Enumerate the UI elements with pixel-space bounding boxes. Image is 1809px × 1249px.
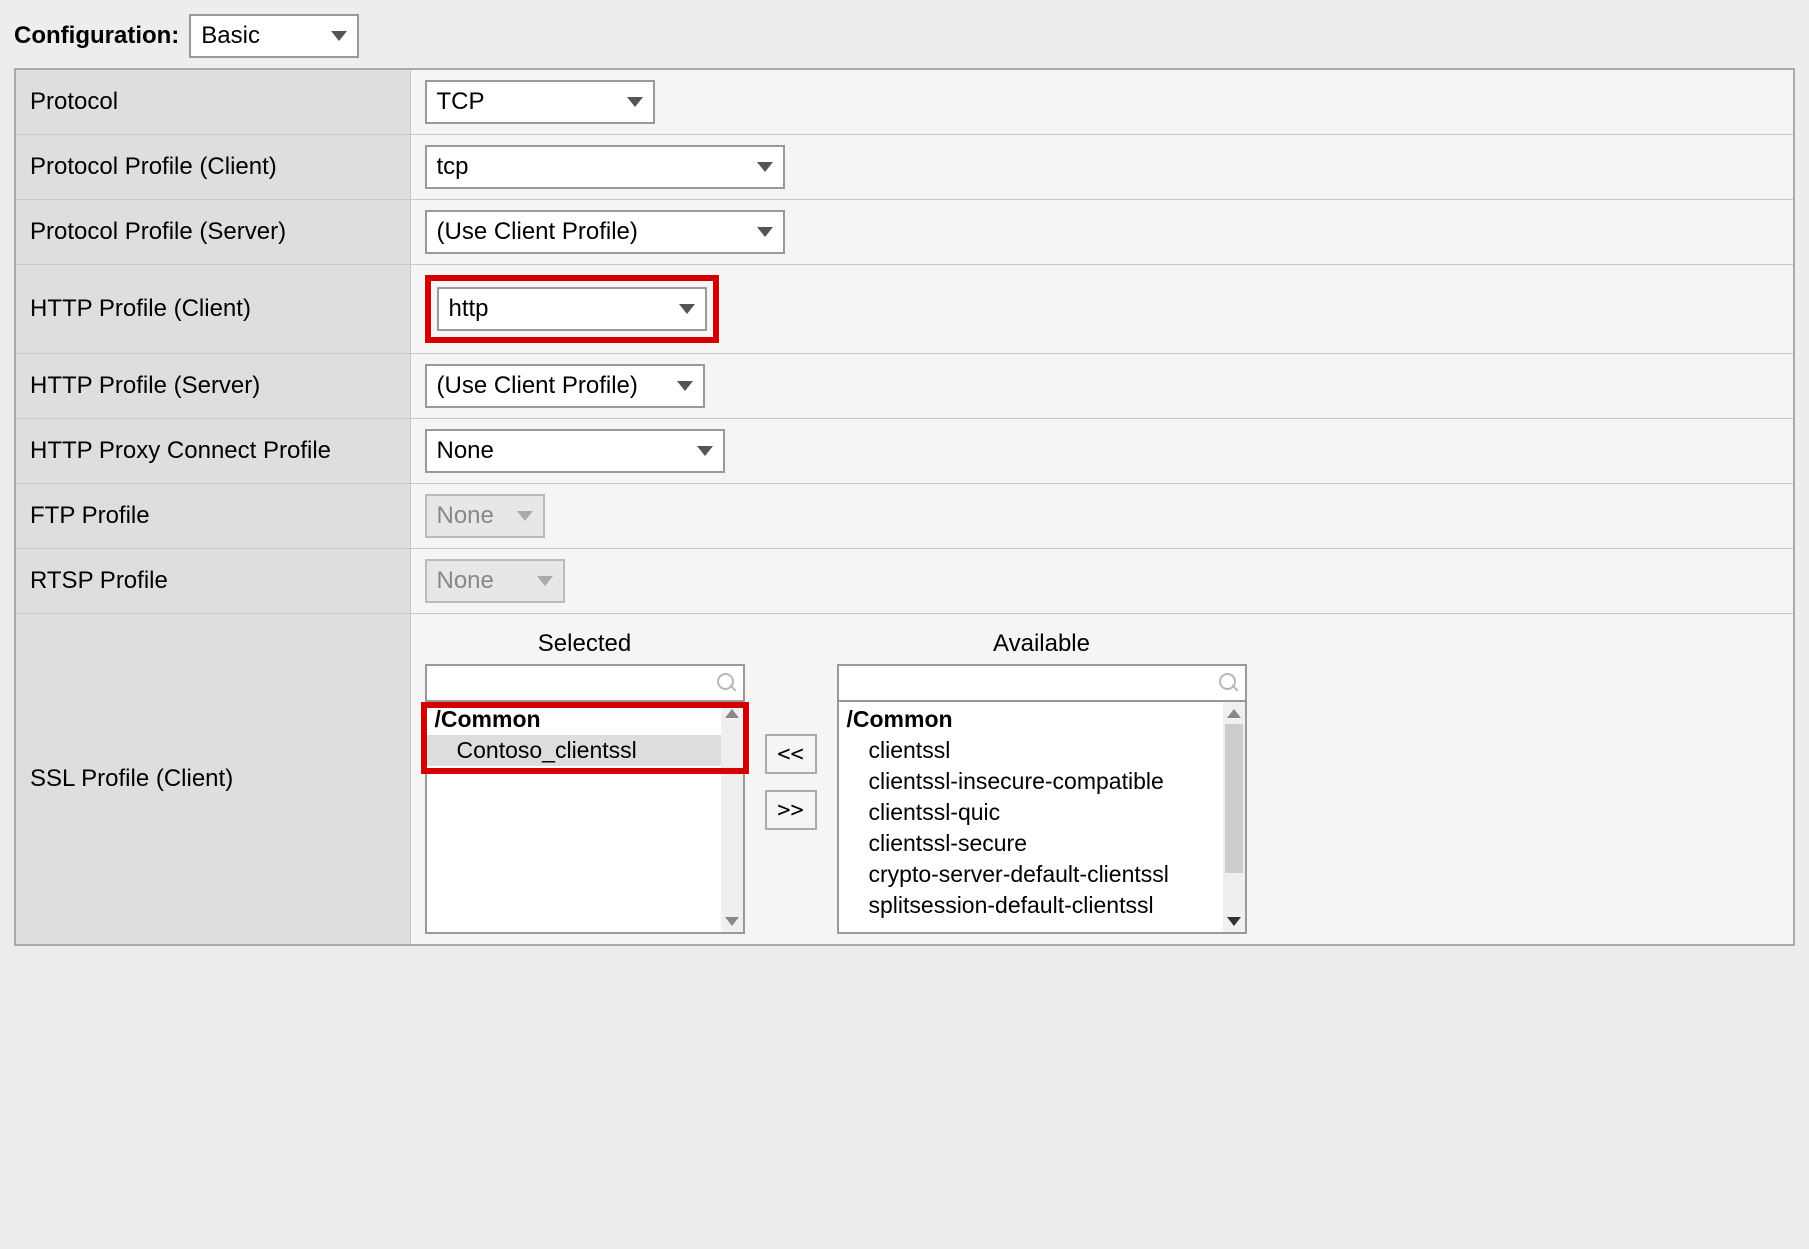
- protocol-profile-server-value: (Use Client Profile): [437, 218, 638, 246]
- configuration-select[interactable]: Basic: [189, 14, 359, 58]
- configuration-table: Protocol TCP Protocol Profile (Client) t…: [14, 68, 1795, 946]
- protocol-label: Protocol: [30, 88, 118, 115]
- scrollbar[interactable]: [721, 702, 743, 932]
- chevron-down-icon: [697, 446, 713, 456]
- list-item[interactable]: Contoso_clientssl: [427, 735, 721, 766]
- row-http-profile-client: HTTP Profile (Client) http: [15, 265, 1794, 354]
- protocol-profile-client-label: Protocol Profile (Client): [30, 153, 277, 180]
- row-http-proxy-connect: HTTP Proxy Connect Profile None: [15, 419, 1794, 484]
- http-proxy-connect-value: None: [437, 437, 494, 465]
- row-http-profile-server: HTTP Profile (Server) (Use Client Profil…: [15, 354, 1794, 419]
- available-column: Available /Common clientsslclientssl-: [837, 630, 1247, 934]
- chevron-down-icon: [757, 227, 773, 237]
- protocol-select[interactable]: TCP: [425, 80, 655, 124]
- row-protocol: Protocol TCP: [15, 69, 1794, 135]
- rtsp-profile-label: RTSP Profile: [30, 567, 168, 594]
- ftp-profile-value: None: [437, 502, 494, 530]
- selected-header: Selected: [425, 630, 745, 658]
- row-protocol-profile-client: Protocol Profile (Client) tcp: [15, 135, 1794, 200]
- list-item[interactable]: splitsession-default-clientssl: [839, 890, 1223, 921]
- row-protocol-profile-server: Protocol Profile (Server) (Use Client Pr…: [15, 200, 1794, 265]
- configuration-label: Configuration:: [14, 22, 179, 50]
- chevron-down-icon: [627, 97, 643, 107]
- list-item[interactable]: clientssl-secure: [839, 828, 1223, 859]
- chevron-down-icon: [537, 576, 553, 586]
- scroll-down-icon[interactable]: [1223, 910, 1245, 932]
- list-group: /Common: [427, 704, 721, 735]
- selected-column: Selected /Common Con: [425, 630, 745, 934]
- list-item[interactable]: crypto-server-default-clientssl: [839, 859, 1223, 890]
- protocol-select-value: TCP: [437, 88, 485, 116]
- protocol-profile-server-label: Protocol Profile (Server): [30, 218, 286, 245]
- http-profile-server-label: HTTP Profile (Server): [30, 372, 260, 399]
- http-profile-client-select[interactable]: http: [437, 287, 707, 331]
- search-icon[interactable]: [1219, 673, 1239, 693]
- protocol-profile-client-value: tcp: [437, 153, 469, 181]
- http-profile-client-label: HTTP Profile (Client): [30, 295, 251, 322]
- protocol-profile-client-select[interactable]: tcp: [425, 145, 785, 189]
- row-ssl-profile-client: SSL Profile (Client) Selected: [15, 614, 1794, 946]
- configuration-select-value: Basic: [201, 22, 260, 50]
- available-listbox[interactable]: /Common clientsslclientssl-insecure-comp…: [837, 664, 1247, 934]
- move-right-button[interactable]: >>: [765, 790, 817, 830]
- chevron-down-icon: [677, 381, 693, 391]
- highlight-box: http: [425, 275, 719, 343]
- chevron-down-icon: [517, 511, 533, 521]
- scroll-down-icon[interactable]: [721, 910, 743, 932]
- http-profile-server-value: (Use Client Profile): [437, 372, 638, 400]
- rtsp-profile-select: None: [425, 559, 565, 603]
- http-profile-client-value: http: [449, 295, 489, 323]
- ftp-profile-label: FTP Profile: [30, 502, 150, 529]
- search-icon[interactable]: [717, 673, 737, 693]
- http-proxy-connect-label: HTTP Proxy Connect Profile: [30, 437, 331, 464]
- list-item[interactable]: clientssl-insecure-compatible: [839, 766, 1223, 797]
- available-header: Available: [837, 630, 1247, 658]
- scrollbar[interactable]: [1223, 702, 1245, 932]
- list-item[interactable]: clientssl: [839, 735, 1223, 766]
- chevron-down-icon: [757, 162, 773, 172]
- list-group: /Common: [839, 704, 1223, 735]
- ssl-profile-client-label: SSL Profile (Client): [30, 765, 233, 792]
- selected-listbox[interactable]: /Common Contoso_clientssl: [425, 664, 745, 934]
- configuration-header: Configuration: Basic: [14, 14, 1795, 58]
- scroll-up-icon[interactable]: [1223, 702, 1245, 724]
- http-proxy-connect-select[interactable]: None: [425, 429, 725, 473]
- row-ftp-profile: FTP Profile None: [15, 484, 1794, 549]
- ftp-profile-select: None: [425, 494, 545, 538]
- scroll-up-icon[interactable]: [721, 702, 743, 724]
- rtsp-profile-value: None: [437, 567, 494, 595]
- http-profile-server-select[interactable]: (Use Client Profile): [425, 364, 705, 408]
- chevron-down-icon: [331, 31, 347, 41]
- move-left-button[interactable]: <<: [765, 734, 817, 774]
- list-item[interactable]: clientssl-quic: [839, 797, 1223, 828]
- chevron-down-icon: [679, 304, 695, 314]
- protocol-profile-server-select[interactable]: (Use Client Profile): [425, 210, 785, 254]
- row-rtsp-profile: RTSP Profile None: [15, 549, 1794, 614]
